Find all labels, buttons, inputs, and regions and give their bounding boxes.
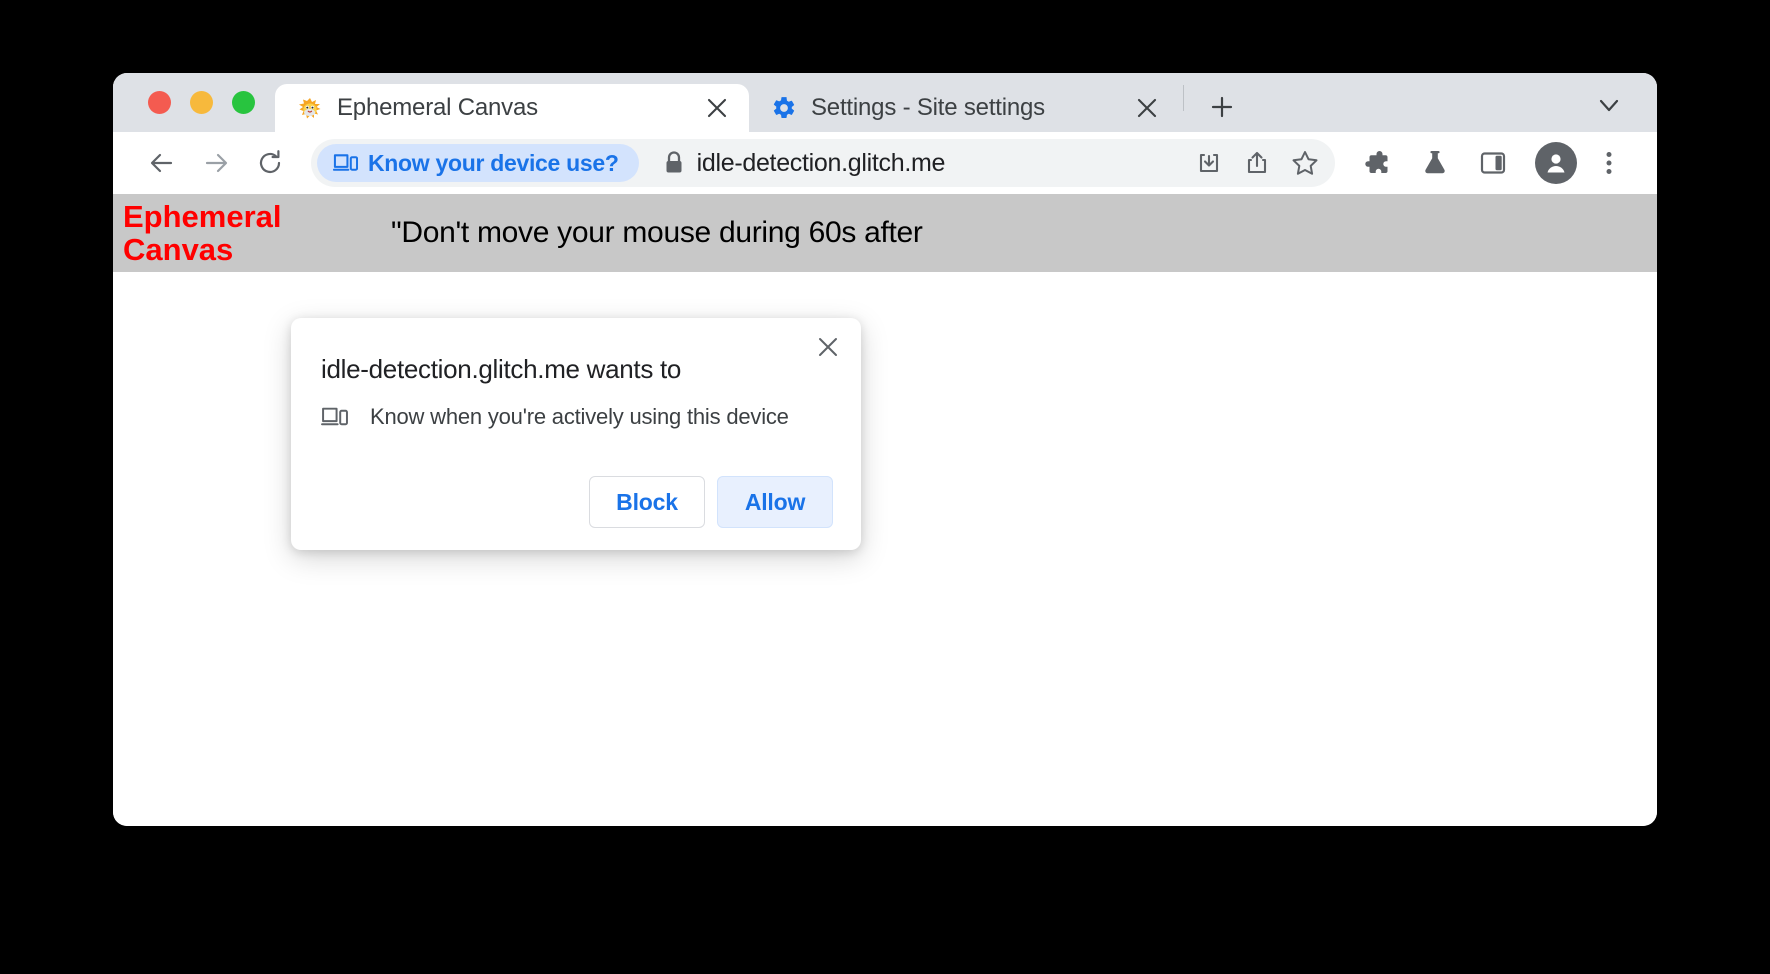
new-tab-button[interactable] [1200, 85, 1244, 129]
page-content: Ephemeral Canvas "Don't move your mouse … [113, 194, 1657, 826]
page-title: Ephemeral Canvas [123, 198, 282, 267]
avatar[interactable] [1535, 142, 1577, 184]
device-use-icon [333, 152, 358, 174]
tab-strip: Ephemeral Canvas Settings - Site setting… [113, 73, 1657, 132]
tab-close-button[interactable] [1131, 92, 1163, 124]
dialog-title: idle-detection.glitch.me wants to [321, 354, 682, 384]
device-use-icon [321, 405, 348, 429]
tab-settings-site-settings[interactable]: Settings - Site settings [749, 84, 1179, 132]
window-maximize-button[interactable] [232, 91, 255, 114]
tab-ephemeral-canvas[interactable]: Ephemeral Canvas [275, 84, 749, 132]
dialog-actions: Block Allow [589, 476, 833, 528]
pufferfish-icon [297, 95, 323, 121]
permission-dialog: idle-detection.glitch.me wants to Know w… [291, 318, 861, 550]
side-panel-icon[interactable] [1467, 137, 1519, 189]
tab-title: Ephemeral Canvas [337, 94, 538, 121]
browser-window: Ephemeral Canvas Settings - Site setting… [113, 73, 1657, 826]
tab-title: Settings - Site settings [811, 94, 1045, 121]
window-controls [113, 73, 275, 132]
download-icon[interactable] [1185, 139, 1233, 187]
puzzle-icon[interactable] [1351, 137, 1403, 189]
allow-button[interactable]: Allow [717, 476, 833, 528]
browser-toolbar: Know your device use? idle-detection.gli… [113, 132, 1657, 194]
tab-separator [1183, 84, 1184, 111]
permission-row: Know when you're actively using this dev… [321, 404, 789, 430]
star-icon[interactable] [1281, 139, 1329, 187]
url-text: idle-detection.glitch.me [696, 148, 946, 177]
forward-button[interactable] [189, 136, 243, 190]
window-minimize-button[interactable] [190, 91, 213, 114]
beaker-icon[interactable] [1409, 137, 1461, 189]
gear-icon [771, 95, 797, 121]
reload-button[interactable] [243, 136, 297, 190]
address-bar[interactable]: Know your device use? idle-detection.gli… [311, 139, 1335, 187]
page-banner: Ephemeral Canvas "Don't move your mouse … [113, 194, 1657, 272]
close-icon[interactable] [809, 328, 847, 366]
device-use-permission-chip[interactable]: Know your device use? [317, 144, 639, 182]
device-chip-label: Know your device use? [368, 149, 619, 176]
window-close-button[interactable] [148, 91, 171, 114]
page-instruction-text: "Don't move your mouse during 60s after [391, 216, 923, 249]
screen: Ephemeral Canvas Settings - Site setting… [0, 0, 1770, 974]
back-button[interactable] [135, 136, 189, 190]
tab-close-button[interactable] [701, 92, 733, 124]
permission-description: Know when you're actively using this dev… [370, 404, 789, 429]
three-dot-menu-icon[interactable] [1583, 137, 1635, 189]
share-icon[interactable] [1233, 139, 1281, 187]
block-button[interactable]: Block [589, 476, 705, 528]
chevron-down-icon[interactable] [1585, 81, 1633, 129]
lock-icon[interactable] [653, 150, 695, 176]
